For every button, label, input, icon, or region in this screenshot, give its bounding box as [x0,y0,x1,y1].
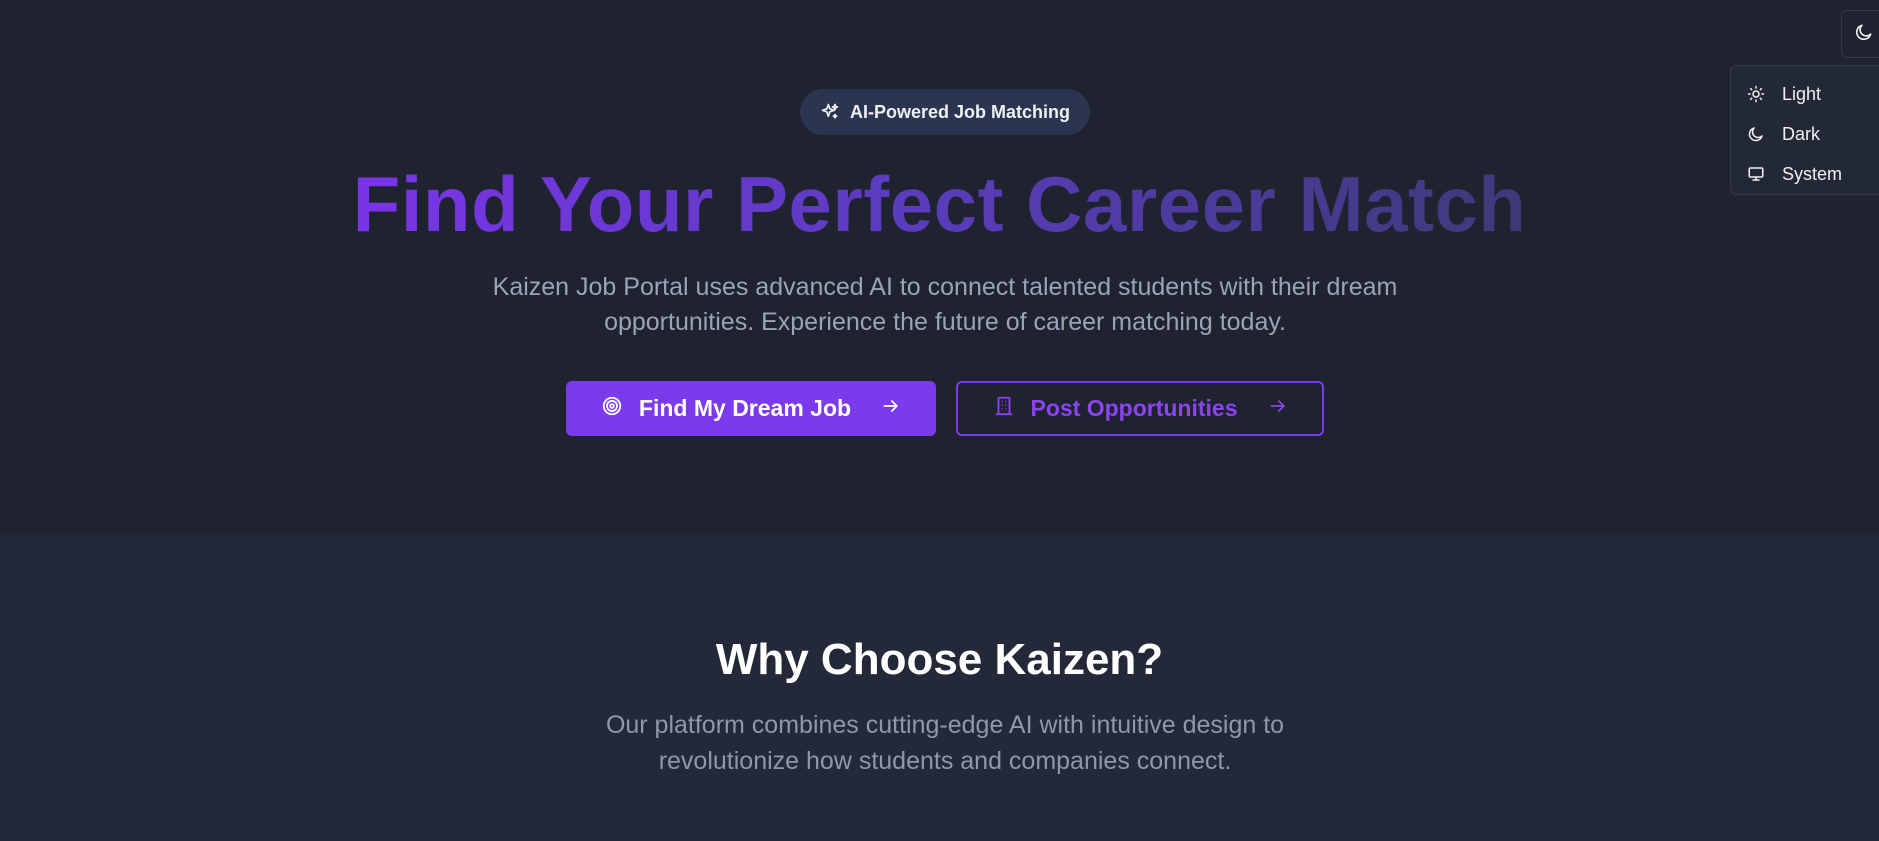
badge-label: AI-Powered Job Matching [849,101,1071,122]
moon-icon [1854,22,1874,47]
theme-option-light[interactable]: Light [1731,74,1879,114]
theme-option-system[interactable]: System [1731,154,1879,194]
page: AI-Powered Job Matching Find Your Perfec… [0,0,1879,841]
ai-badge: AI-Powered Job Matching [800,89,1090,135]
sparkles-icon [820,102,840,122]
moon-icon [1747,125,1765,143]
post-opportunities-label: Post Opportunities [1030,395,1238,421]
find-dream-job-button[interactable]: Find My Dream Job [566,381,936,436]
building-icon [993,395,1015,423]
theme-option-dark[interactable]: Dark [1731,114,1879,154]
hero-title-text: Find Your Perfect Career Match [352,160,1527,248]
theme-menu: Light Dark System [1730,65,1879,195]
monitor-icon [1747,165,1765,183]
why-choose-section: Why Choose Kaizen? Our platform combines… [0,535,1879,841]
hero-subtitle: Kaizen Job Portal uses advanced AI to co… [492,273,1398,336]
sun-icon [1747,85,1765,103]
theme-toggle-button[interactable] [1841,10,1879,58]
arrow-right-icon [1268,395,1288,422]
hero-section: AI-Powered Job Matching Find Your Perfec… [0,0,1879,535]
post-opportunities-button[interactable]: Post Opportunities [956,381,1324,436]
target-icon [601,395,623,423]
hero-title: Find Your Perfect Career Match [0,156,1879,252]
arrow-right-icon [881,395,901,422]
theme-option-label: Dark [1782,123,1821,144]
theme-option-label: System [1782,163,1843,184]
why-choose-subtitle: Our platform combines cutting-edge AI wi… [605,711,1285,775]
find-dream-job-label: Find My Dream Job [638,395,852,421]
theme-option-label: Light [1782,83,1822,104]
why-choose-title: Why Choose Kaizen? [715,635,1164,684]
